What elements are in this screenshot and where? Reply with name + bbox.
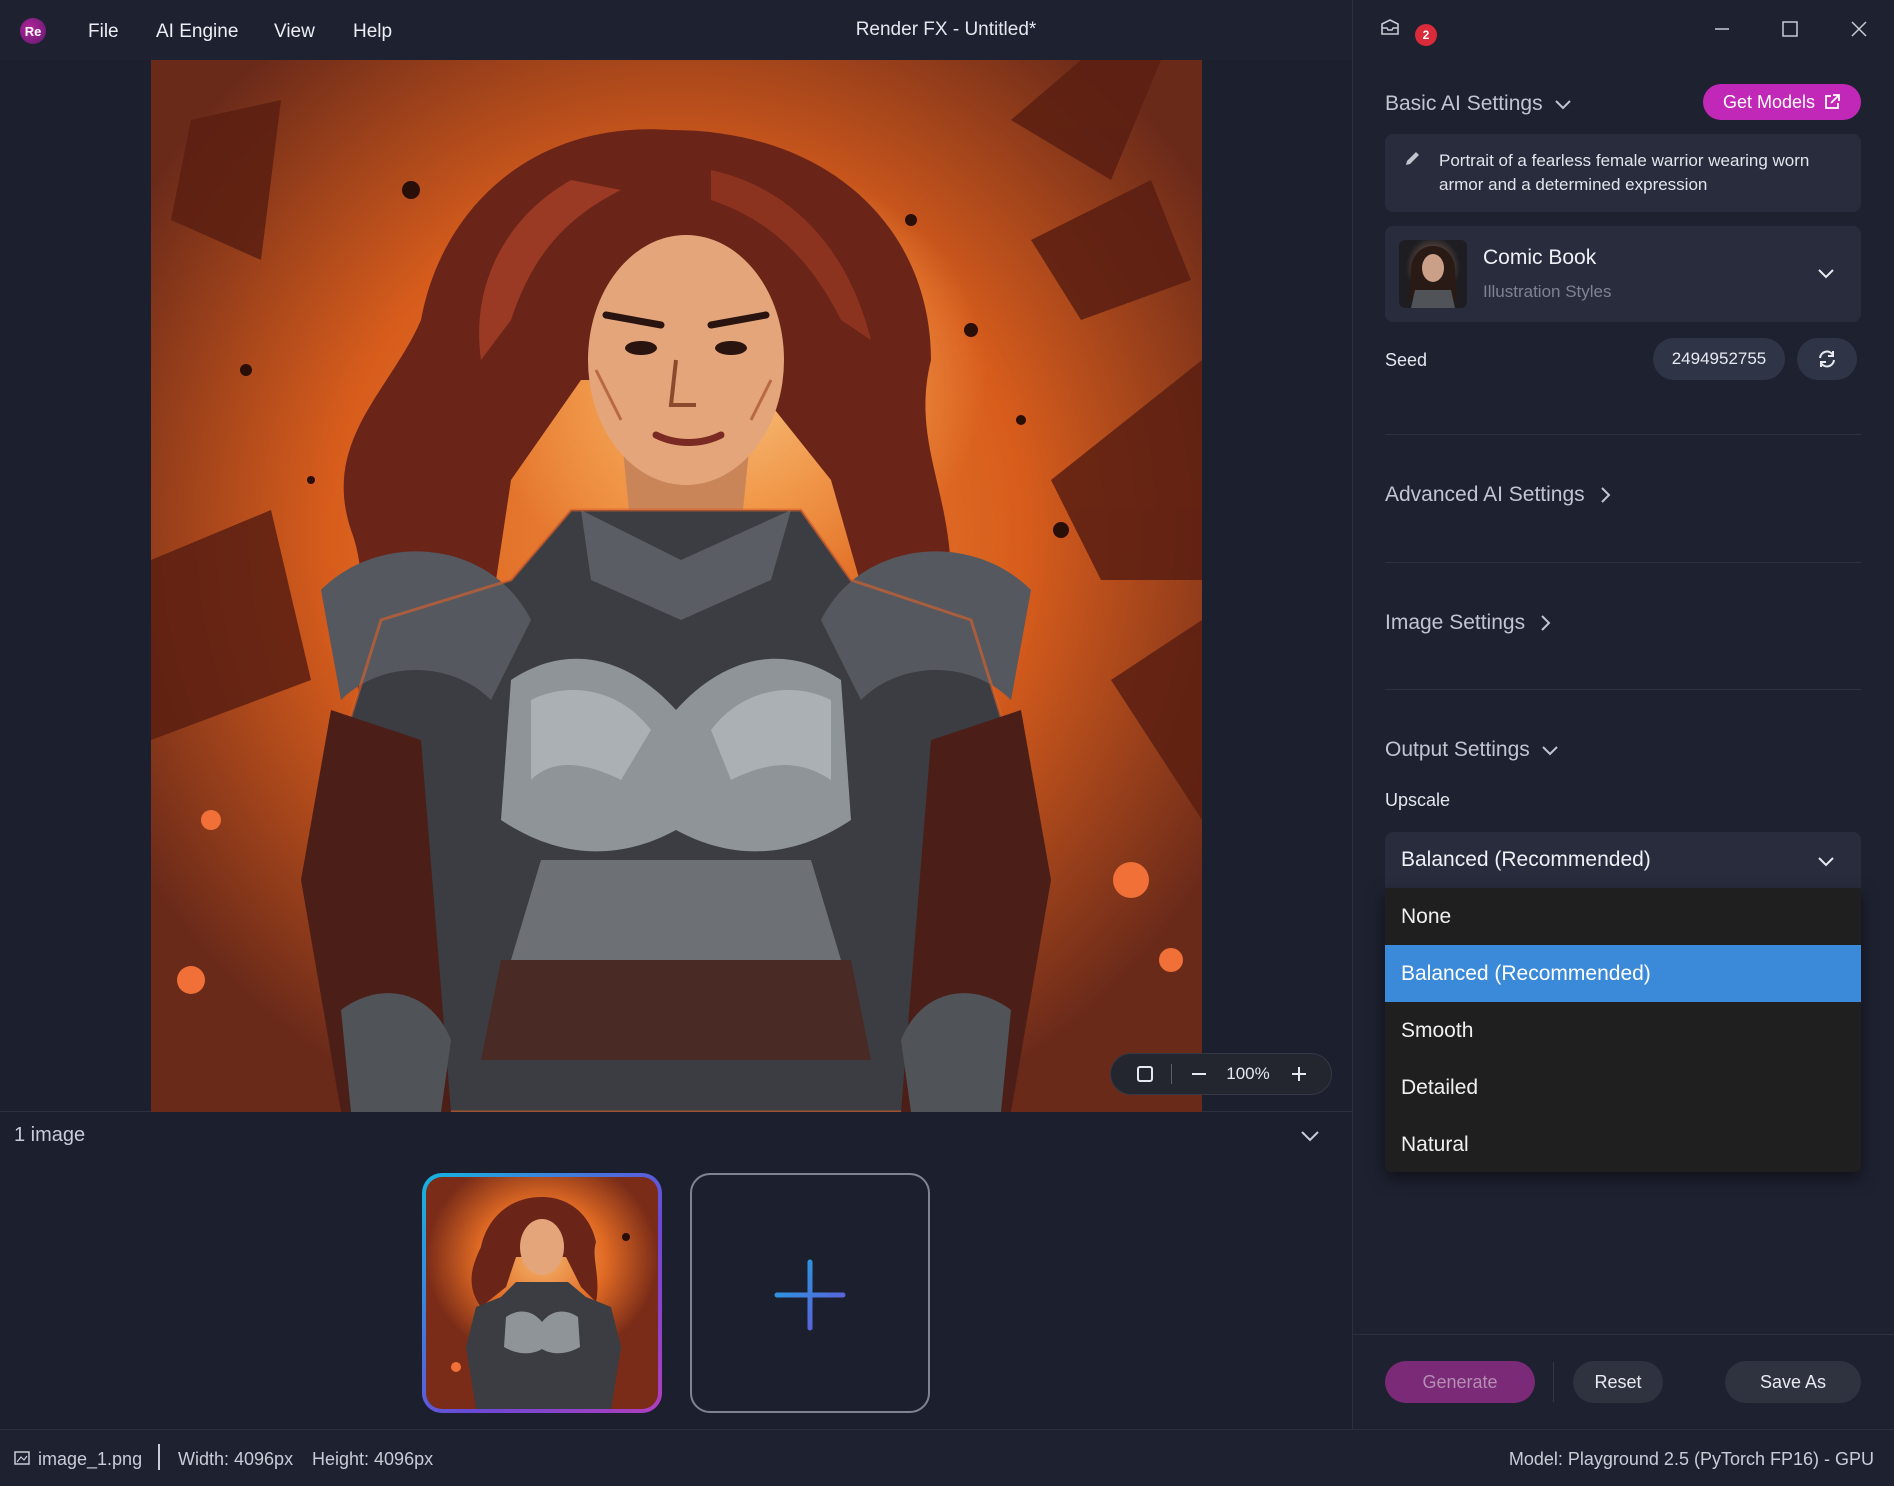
output-settings-title: Output Settings <box>1385 738 1530 761</box>
thumbnail-preview <box>426 1177 658 1409</box>
inbox-icon <box>1381 19 1399 35</box>
status-divider <box>158 1444 160 1470</box>
menu-view[interactable]: View <box>274 21 315 43</box>
add-image-button[interactable] <box>690 1173 930 1413</box>
prompt-input[interactable]: Portrait of a fearless female warrior we… <box>1385 134 1861 212</box>
reset-button[interactable]: Reset <box>1573 1361 1663 1403</box>
status-filename: image_1.png <box>38 1449 143 1469</box>
minimize-icon <box>1715 28 1729 30</box>
square-icon <box>1137 1066 1153 1082</box>
menu-help[interactable]: Help <box>353 21 392 43</box>
status-model: Model: Playground 2.5 (PyTorch FP16) - G… <box>1508 1449 1874 1469</box>
style-name: Comic Book <box>1483 246 1597 269</box>
close-button[interactable] <box>1846 16 1872 42</box>
upscale-option-none[interactable]: None <box>1385 888 1861 945</box>
generate-button[interactable]: Generate <box>1385 1361 1535 1403</box>
title-bar: Re File AI Engine View Help <box>0 0 1352 60</box>
basic-ai-settings-title: Basic AI Settings <box>1385 92 1543 115</box>
settings-panel: 2 Basic AI Settings Get Models Portrait … <box>1352 0 1894 1429</box>
advanced-ai-settings-toggle[interactable]: Advanced AI Settings <box>1385 483 1615 507</box>
image-thumbnail[interactable] <box>422 1173 662 1413</box>
upscale-option-natural[interactable]: Natural <box>1385 1116 1861 1173</box>
refresh-icon <box>1819 350 1835 368</box>
chevron-right-icon <box>1600 487 1611 503</box>
section-divider <box>1385 689 1861 690</box>
external-link-icon <box>1825 94 1840 109</box>
minus-icon <box>1192 1073 1206 1075</box>
pencil-icon <box>1406 152 1419 165</box>
basic-ai-settings-toggle[interactable]: Basic AI Settings <box>1385 92 1573 116</box>
section-divider <box>1385 434 1861 435</box>
menu-ai-engine[interactable]: AI Engine <box>156 21 238 43</box>
chevron-down-icon <box>1554 100 1571 110</box>
plus-icon <box>774 1259 846 1331</box>
upscale-option-smooth[interactable]: Smooth <box>1385 1002 1861 1059</box>
zoom-out-button[interactable] <box>1181 1054 1217 1094</box>
chevron-right-icon <box>1541 615 1551 631</box>
get-models-label: Get Models <box>1722 91 1816 112</box>
maximize-button[interactable] <box>1777 16 1803 42</box>
output-settings-toggle[interactable]: Output Settings <box>1385 738 1560 762</box>
zoom-level: 100% <box>1226 1064 1270 1083</box>
status-bar: image_1.png Width: 4096px Height: 4096px… <box>0 1429 1894 1486</box>
image-count: 1 image <box>14 1124 86 1146</box>
section-divider <box>1385 562 1861 563</box>
fit-view-button[interactable] <box>1127 1054 1163 1094</box>
upscale-option-detailed[interactable]: Detailed <box>1385 1059 1861 1116</box>
image-file-icon <box>14 1450 30 1471</box>
zoom-toolbar: 100% <box>1110 1053 1332 1095</box>
style-category: Illustration Styles <box>1483 282 1612 301</box>
prompt-text: Portrait of a fearless female warrior we… <box>1439 151 1810 194</box>
upscale-label: Upscale <box>1385 790 1451 810</box>
warrior-thumbnail <box>451 1197 630 1409</box>
image-strip: 1 image <box>0 1112 1352 1429</box>
image-settings-toggle[interactable]: Image Settings <box>1385 611 1555 635</box>
menu-file[interactable]: File <box>88 21 119 43</box>
notification-badge: 2 <box>1415 24 1437 46</box>
image-settings-title: Image Settings <box>1385 611 1526 634</box>
upscale-options-menu: None Balanced (Recommended) Smooth Detai… <box>1385 888 1861 1172</box>
style-selector[interactable]: Comic Book Illustration Styles <box>1385 226 1861 322</box>
maximize-icon <box>1782 21 1798 37</box>
style-preview-image <box>1399 240 1467 308</box>
seed-label: Seed <box>1385 350 1428 370</box>
chevron-down-icon <box>1818 269 1834 279</box>
upscale-option-balanced[interactable]: Balanced (Recommended) <box>1385 945 1861 1002</box>
minimize-button[interactable] <box>1709 16 1735 42</box>
chevron-down-icon <box>1542 746 1558 756</box>
warrior-artwork <box>151 60 1202 1112</box>
canvas-area: 100% <box>0 60 1352 1112</box>
advanced-ai-settings-title: Advanced AI Settings <box>1385 483 1585 506</box>
chevron-down-icon <box>1301 1131 1319 1142</box>
button-separator <box>1553 1362 1554 1402</box>
panel-top-bar: 2 <box>1353 0 1894 60</box>
upscale-selected-value: Balanced (Recommended) <box>1401 848 1651 871</box>
save-as-button[interactable]: Save As <box>1725 1361 1861 1403</box>
upscale-dropdown[interactable]: Balanced (Recommended) <box>1385 832 1861 888</box>
app-logo: Re <box>20 18 46 44</box>
plus-icon <box>1292 1067 1306 1081</box>
status-width: Width: 4096px <box>178 1449 294 1469</box>
close-icon <box>1851 21 1867 37</box>
seed-input[interactable]: 2494952755 <box>1653 338 1785 380</box>
get-models-button[interactable]: Get Models <box>1703 84 1861 120</box>
footer-divider <box>1353 1334 1894 1335</box>
zoom-divider <box>1171 1064 1172 1084</box>
randomize-seed-button[interactable] <box>1797 338 1857 380</box>
chevron-down-icon <box>1818 857 1834 867</box>
collapse-strip-button[interactable] <box>1298 1124 1322 1148</box>
notifications-button[interactable]: 2 <box>1379 16 1437 46</box>
zoom-in-button[interactable] <box>1281 1054 1317 1094</box>
generated-image[interactable] <box>151 60 1202 1112</box>
status-height: Height: 4096px <box>312 1449 434 1469</box>
